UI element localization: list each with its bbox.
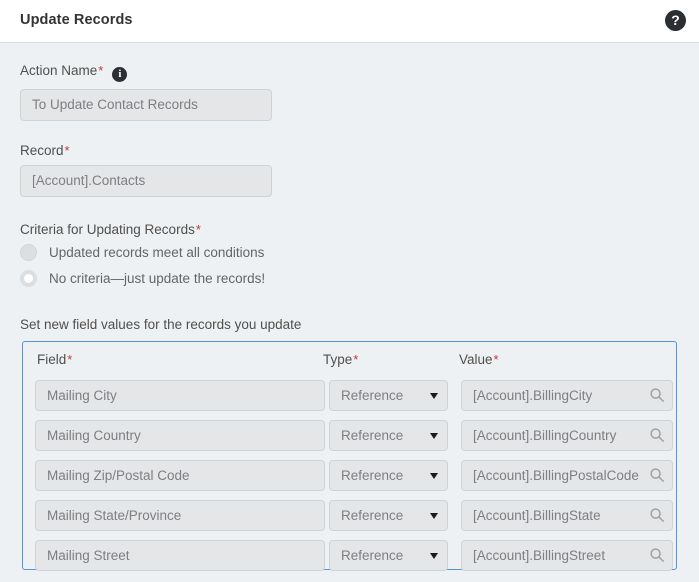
radio-option-all-conditions[interactable]: Updated records meet all conditions (20, 244, 264, 261)
search-icon[interactable] (649, 387, 665, 403)
chevron-down-icon (430, 513, 438, 519)
field-values-caption: Set new field values for the records you… (20, 317, 301, 332)
search-icon[interactable] (649, 547, 665, 563)
value-input[interactable]: [Account].BillingPostalCode (461, 460, 673, 491)
required-marker: * (494, 352, 499, 367)
type-select-value: Reference (341, 468, 403, 483)
type-select[interactable]: Reference (329, 420, 448, 451)
type-select[interactable]: Reference (329, 380, 448, 411)
field-input[interactable]: Mailing City (35, 380, 325, 411)
action-name-input[interactable]: To Update Contact Records (20, 89, 272, 121)
field-input[interactable]: Mailing State/Province (35, 500, 325, 531)
field-input[interactable]: Mailing Country (35, 420, 325, 451)
type-select-value: Reference (341, 388, 403, 403)
required-marker: * (67, 352, 72, 367)
value-input[interactable]: [Account].BillingCountry (461, 420, 673, 451)
table-row: Mailing City Reference [Account].Billing… (23, 380, 678, 420)
type-select[interactable]: Reference (329, 460, 448, 491)
field-input[interactable]: Mailing Street (35, 540, 325, 571)
table-row: Mailing Country Reference [Account].Bill… (23, 420, 678, 460)
criteria-label: Criteria for Updating Records* (20, 222, 201, 237)
page-title: Update Records (20, 12, 133, 28)
type-select-value: Reference (341, 428, 403, 443)
required-marker: * (196, 222, 201, 237)
chevron-down-icon (430, 433, 438, 439)
dialog-body: Action Name*i To Update Contact Records … (0, 43, 699, 582)
column-header-value-text: Value (459, 352, 493, 367)
record-label-text: Record (20, 143, 64, 158)
value-input[interactable]: [Account].BillingCity (461, 380, 673, 411)
table-row: Mailing Street Reference [Account].Billi… (23, 540, 678, 580)
chevron-down-icon (430, 393, 438, 399)
table-row: Mailing Zip/Postal Code Reference [Accou… (23, 460, 678, 500)
value-input[interactable]: [Account].BillingState (461, 500, 673, 531)
record-label: Record* (20, 143, 70, 158)
field-input[interactable]: Mailing Zip/Postal Code (35, 460, 325, 491)
column-header-type: Type* (323, 352, 358, 367)
criteria-label-text: Criteria for Updating Records (20, 222, 195, 237)
action-name-label: Action Name* i (20, 63, 127, 82)
type-select[interactable]: Reference (329, 500, 448, 531)
radio-circle-icon[interactable] (20, 244, 37, 261)
type-select-value: Reference (341, 548, 403, 563)
radio-option-label: No criteria—just update the records! (49, 271, 265, 286)
column-header-field-text: Field (37, 352, 66, 367)
required-marker: * (353, 352, 358, 367)
help-icon[interactable]: ? (665, 10, 686, 31)
type-select-value: Reference (341, 508, 403, 523)
field-values-panel: Field* Type* Value* Mailing City Referen… (22, 341, 677, 570)
search-icon[interactable] (649, 427, 665, 443)
search-icon[interactable] (649, 507, 665, 523)
chevron-down-icon (430, 473, 438, 479)
required-marker: * (65, 143, 70, 158)
action-name-label-text: Action Name (20, 63, 97, 78)
search-icon[interactable] (649, 467, 665, 483)
window-titlebar: Update Records ? (0, 0, 699, 43)
radio-circle-selected-icon[interactable] (20, 270, 37, 287)
column-header-type-text: Type (323, 352, 352, 367)
info-icon[interactable]: i (112, 67, 127, 82)
column-header-field: Field* (37, 352, 72, 367)
table-row: Mailing State/Province Reference [Accoun… (23, 500, 678, 540)
value-input[interactable]: [Account].BillingStreet (461, 540, 673, 571)
required-marker: * (98, 63, 103, 78)
record-input[interactable]: [Account].Contacts (20, 165, 272, 197)
radio-option-no-criteria[interactable]: No criteria—just update the records! (20, 270, 265, 287)
radio-option-label: Updated records meet all conditions (49, 245, 264, 260)
type-select[interactable]: Reference (329, 540, 448, 571)
chevron-down-icon (430, 553, 438, 559)
column-header-value: Value* (459, 352, 499, 367)
